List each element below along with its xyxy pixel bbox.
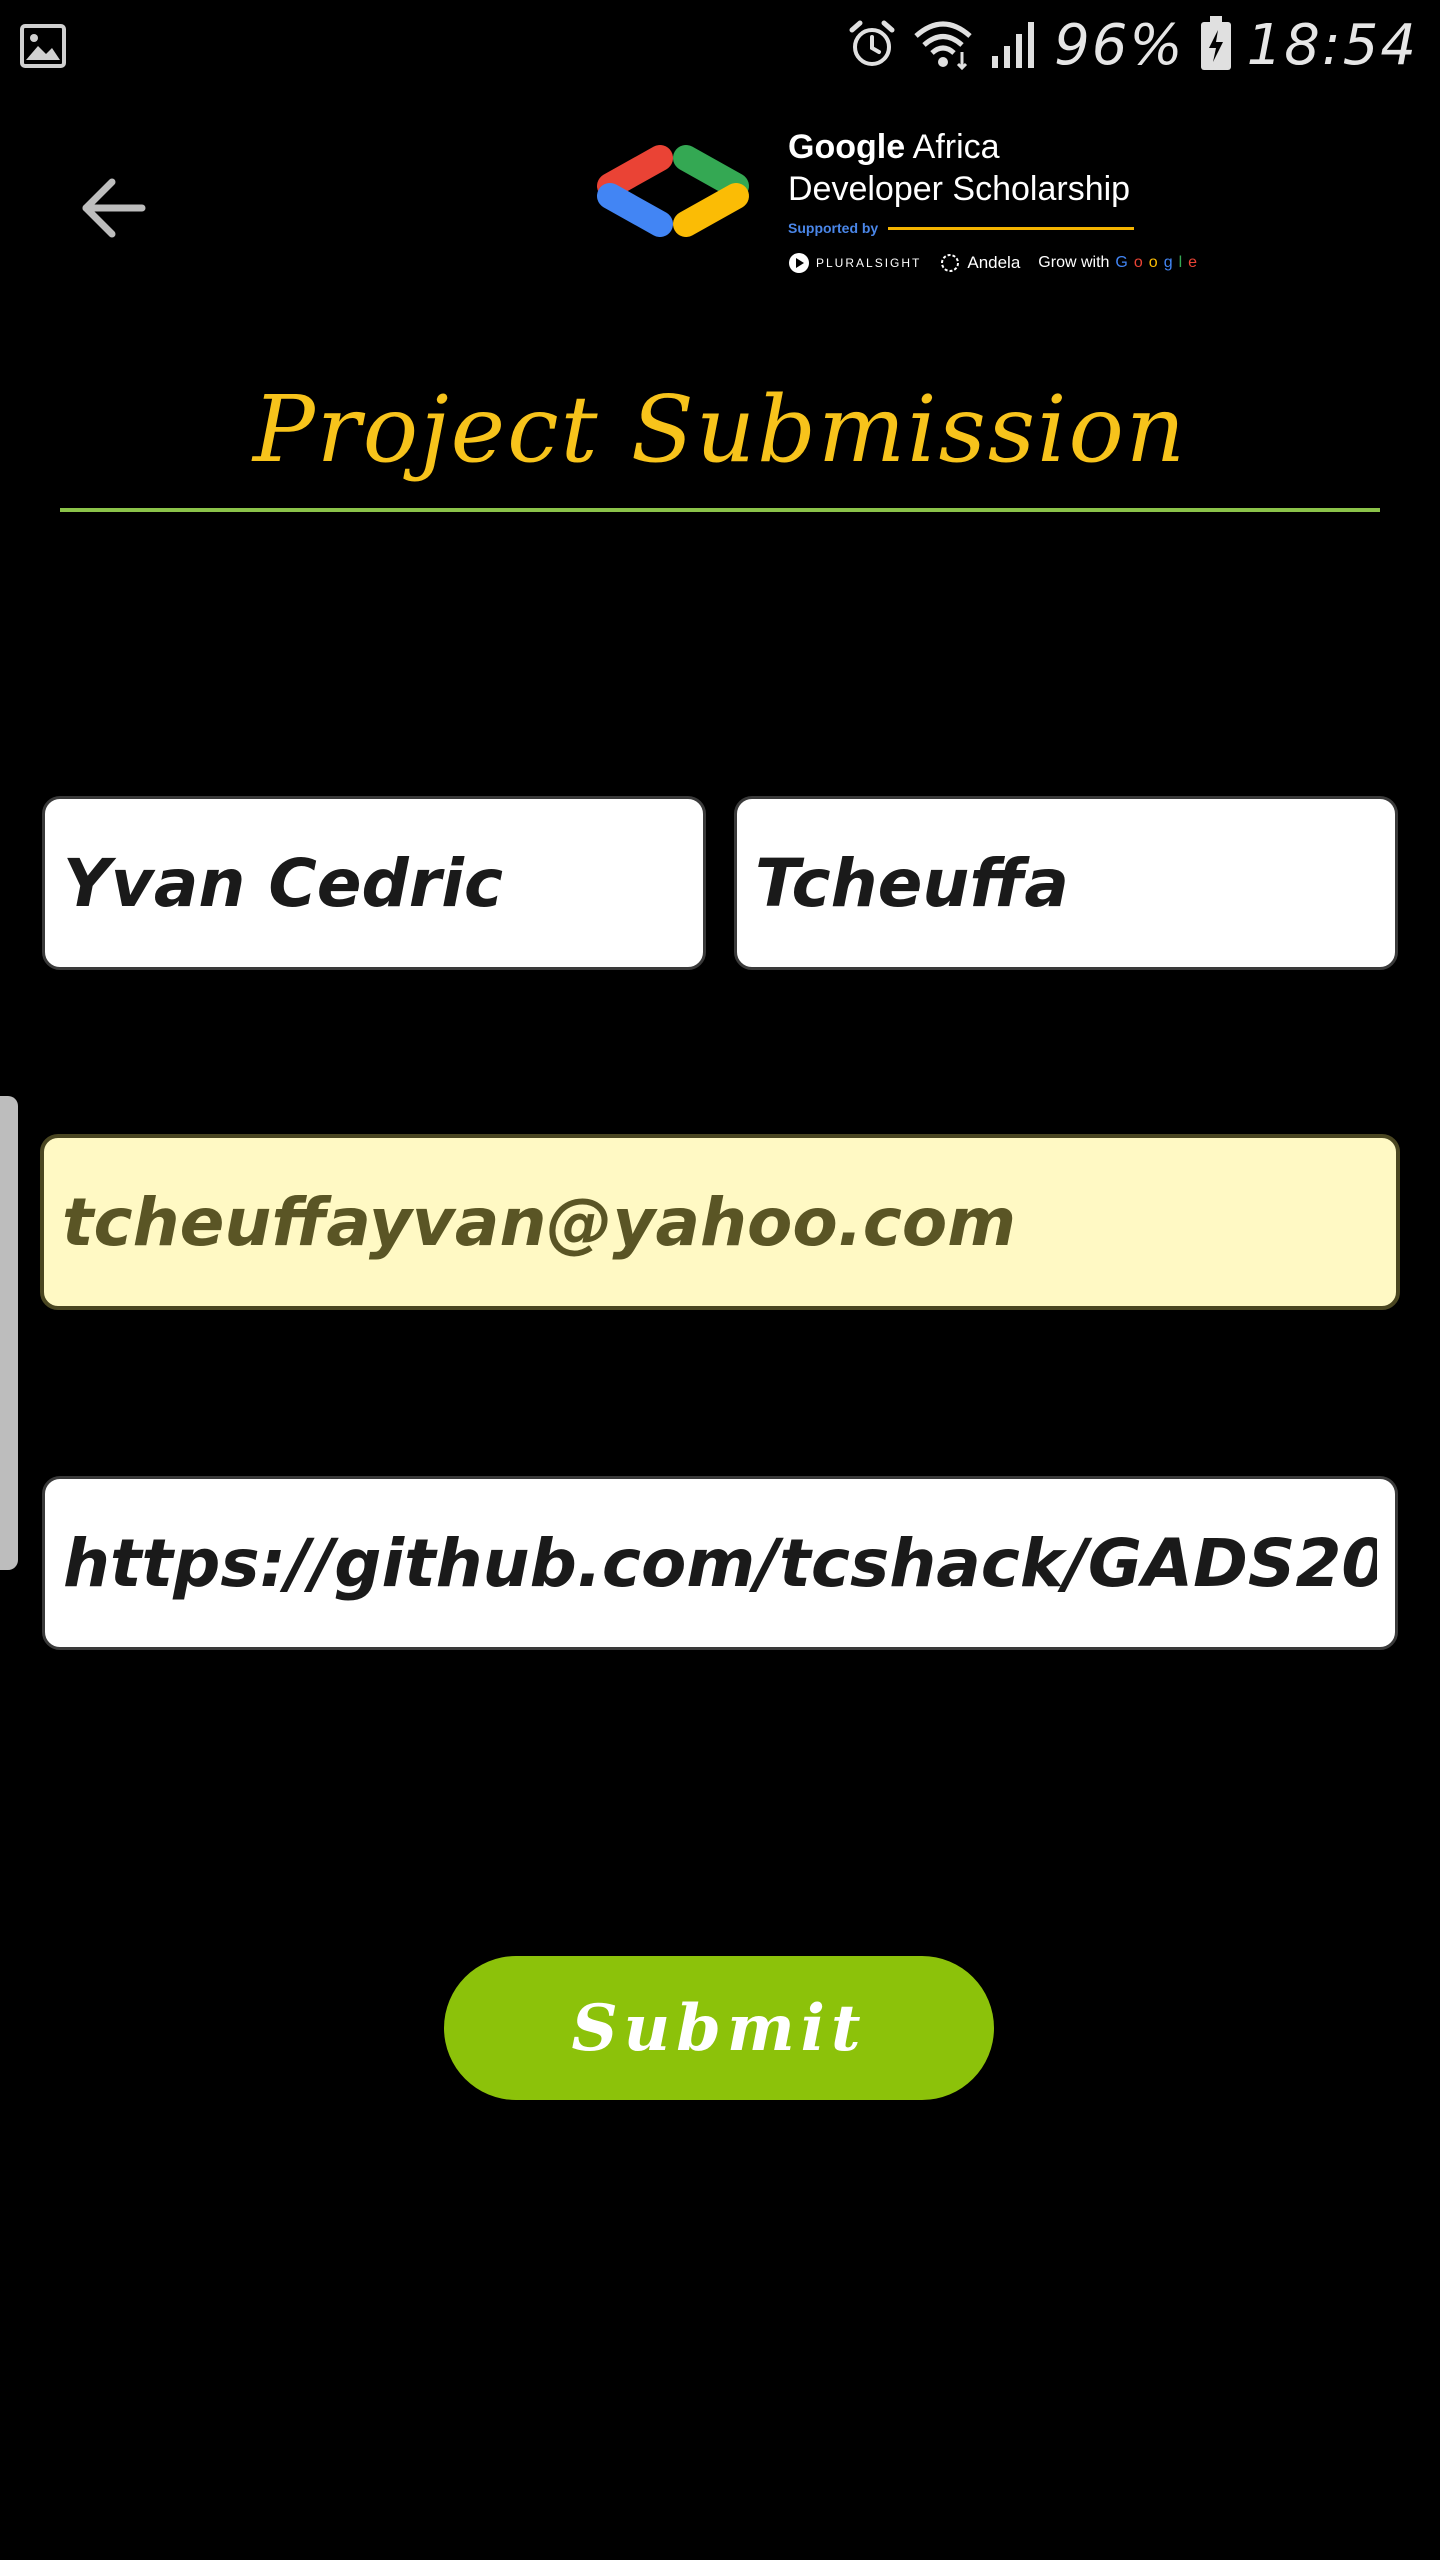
- page-title: Project Submission: [252, 376, 1188, 483]
- status-icons: 96% 18:54: [846, 14, 1418, 78]
- image-icon: [20, 24, 66, 68]
- title-divider: [60, 508, 1380, 512]
- email-input[interactable]: [40, 1134, 1400, 1310]
- partners-row: PLURALSIGHT Andela Grow with Google: [788, 252, 1197, 274]
- first-name-input[interactable]: [42, 796, 706, 970]
- last-name-input[interactable]: [734, 796, 1398, 970]
- logo-text: Google Africa Developer Scholarship Supp…: [788, 126, 1197, 274]
- clock: 18:54: [1246, 13, 1418, 78]
- logo-title-line1: Google Africa: [788, 128, 1000, 166]
- wifi-icon: [912, 18, 974, 74]
- partner-andela: Andela: [939, 252, 1020, 274]
- andela-icon: [941, 254, 960, 272]
- edge-panel-handle[interactable]: [0, 1096, 18, 1570]
- status-bar: 96% 18:54: [0, 0, 1440, 92]
- logo-title-line2: Developer Scholarship: [788, 170, 1131, 208]
- arrow-left-icon: [76, 172, 148, 248]
- signal-icon: [988, 18, 1040, 74]
- supported-by-row: Supported by: [788, 220, 1134, 236]
- partner-pluralsight: PLURALSIGHT: [788, 252, 921, 274]
- code-brackets-logo-icon: [588, 136, 758, 246]
- github-link-input[interactable]: [42, 1476, 1398, 1650]
- partner-grow-with-google: Grow with Google: [1038, 254, 1198, 271]
- battery-charging-icon: [1199, 16, 1233, 76]
- gads-logo: Google Africa Developer Scholarship Supp…: [588, 126, 1197, 286]
- supported-by-label: Supported by: [788, 220, 879, 236]
- pluralsight-icon: [789, 253, 809, 273]
- battery-percent: 96%: [1054, 13, 1185, 78]
- alarm-icon: [846, 18, 898, 74]
- back-button[interactable]: [70, 168, 154, 252]
- submit-button[interactable]: Submit: [444, 1956, 994, 2100]
- supported-by-line: [888, 226, 1134, 230]
